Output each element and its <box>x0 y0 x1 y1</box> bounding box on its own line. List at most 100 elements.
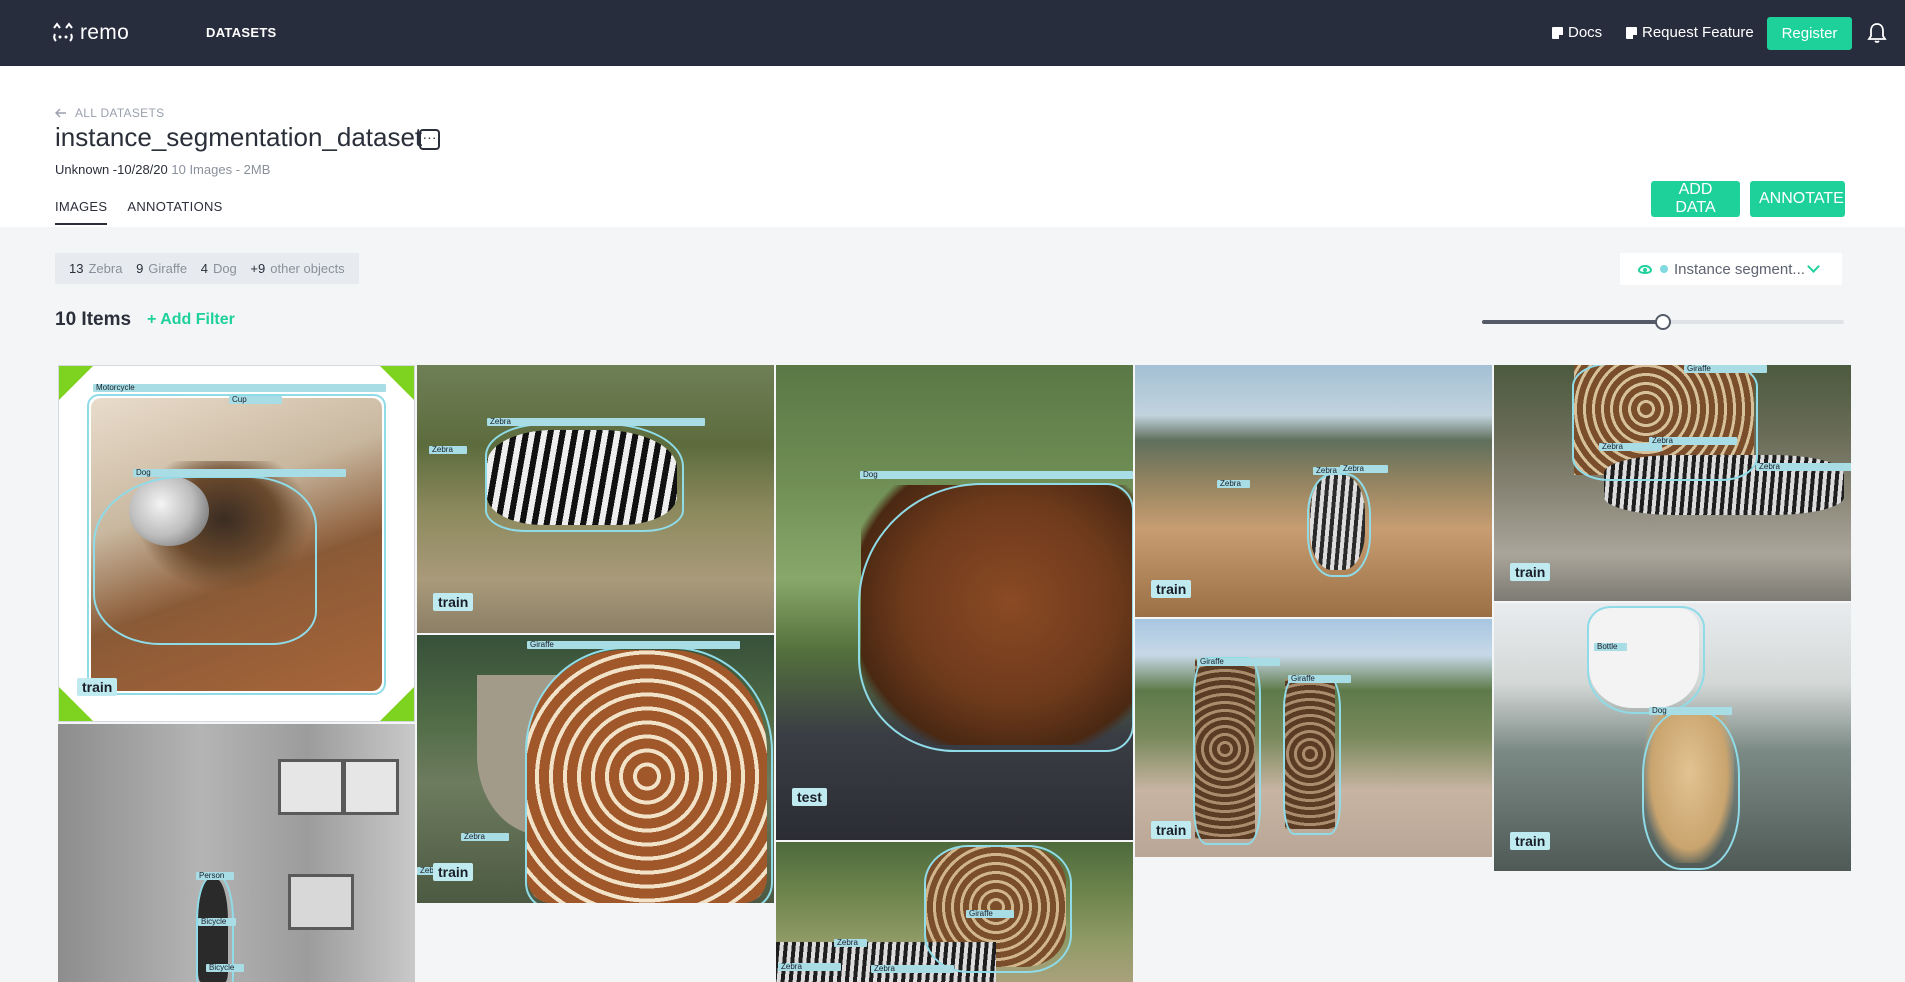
request-feature-link[interactable]: Request Feature <box>1626 24 1754 41</box>
zoom-slider-fill <box>1482 320 1663 324</box>
window-shape <box>343 759 399 815</box>
window-shape <box>288 874 354 930</box>
zoom-slider-handle[interactable] <box>1655 314 1671 330</box>
dataset-size-info: 10 Images - 2MB <box>171 162 271 177</box>
logo-text: remo <box>80 21 130 44</box>
image-card[interactable]: Motorcycle Cup Dog train <box>58 365 415 722</box>
page-title: instance_segmentation_dataset <box>55 122 423 152</box>
annotation-label: Zebra <box>1340 465 1388 473</box>
stat-name: Dog <box>212 261 237 276</box>
image-card[interactable]: Giraffe Giraffe train <box>1135 619 1492 857</box>
giraffe-outline <box>924 845 1072 973</box>
annotation-label: Giraffe <box>527 641 740 649</box>
split-badge: train <box>1151 580 1192 598</box>
split-badge: test <box>792 788 827 806</box>
split-badge: train <box>433 593 474 611</box>
annotation-label: Zebra <box>778 963 841 971</box>
docs-label: Docs <box>1568 24 1603 41</box>
stat-count: 13 <box>69 261 84 276</box>
annotation-label: Zebra <box>871 965 954 973</box>
image-card[interactable]: Giraffe Zebra Zebra train <box>417 635 774 903</box>
window-shape <box>278 759 344 815</box>
annotation-label: Zebra <box>1649 437 1737 445</box>
nav-datasets-link[interactable]: DATASETS <box>206 25 277 40</box>
annotation-label: Bottle <box>1594 643 1627 651</box>
split-badge: train <box>1510 832 1551 850</box>
request-feature-label: Request Feature <box>1642 24 1754 41</box>
annotation-label: Dog <box>133 469 346 477</box>
image-card[interactable]: Giraffe Zebra Zebra Zebra train <box>1494 365 1851 601</box>
eye-icon[interactable] <box>1638 264 1652 274</box>
annotation-label: Person <box>196 872 234 880</box>
back-to-datasets-link[interactable]: ALL DATASETS <box>55 106 164 120</box>
stat-name: Zebra <box>88 261 123 276</box>
remo-logo-icon <box>53 22 73 42</box>
stat-count: 4 <box>200 261 208 276</box>
image-card[interactable]: Zebra Zebra Zebra train <box>1135 365 1492 617</box>
annotation-label: Giraffe <box>1684 365 1767 373</box>
split-badge: train <box>433 863 474 881</box>
more-options-button[interactable]: ··· <box>419 129 440 150</box>
annotation-label: Zebra <box>1217 480 1250 488</box>
dataset-meta: Unknown -10/28/20 10 Images - 2MB <box>55 162 270 177</box>
tab-images[interactable]: IMAGES <box>55 199 108 225</box>
split-badge: train <box>1151 821 1192 839</box>
annotation-label: Zebra <box>1313 467 1341 475</box>
annotate-button[interactable]: ANNOTATE <box>1750 181 1845 217</box>
doc-icon <box>1626 26 1637 39</box>
image-card[interactable]: Person Bicycle Bicycle <box>58 724 415 982</box>
annotation-label: Bicycle <box>206 964 244 972</box>
stat-name: other objects <box>270 261 345 276</box>
dog-outline <box>858 483 1133 752</box>
back-label: ALL DATASETS <box>75 106 165 120</box>
dog-outline <box>1642 711 1740 870</box>
stat-count: 9 <box>136 261 144 276</box>
arrow-left-icon <box>55 108 66 118</box>
toilet-outline <box>1587 606 1705 714</box>
annotation-label: Dog <box>860 471 1133 479</box>
split-badge: train <box>1510 563 1551 581</box>
color-dot <box>1660 265 1668 273</box>
annotation-label: Zebra <box>834 939 867 947</box>
chevron-down-icon <box>1807 260 1820 273</box>
annotation-label: Zebra <box>487 418 705 426</box>
annotation-view-select[interactable]: Instance segment... <box>1620 253 1842 285</box>
image-card[interactable]: Giraffe Zebra Zebra Zebra <box>776 842 1133 982</box>
logo[interactable]: remo <box>50 18 140 48</box>
annotation-label: Bicycle <box>198 918 236 926</box>
image-card[interactable]: Bottle Dog train <box>1494 603 1851 871</box>
giraffe-outline <box>525 647 773 903</box>
dataset-header: ALL DATASETS instance_segmentation_datas… <box>0 66 1905 227</box>
add-filter-button[interactable]: + Add Filter <box>147 311 235 329</box>
annotation-label: Zebra <box>1756 463 1851 471</box>
items-count: 10 Items <box>55 309 132 330</box>
annotation-label: Giraffe <box>1288 675 1351 683</box>
dataset-owner-date: Unknown -10/28/20 <box>55 162 168 177</box>
top-nav: remo DATASETS Docs Request Feature Regis… <box>0 0 1905 66</box>
giraffe-outline <box>1283 677 1341 835</box>
annotation-label: Cup <box>229 396 282 404</box>
docs-link[interactable]: Docs <box>1552 24 1602 41</box>
selection-corner <box>59 366 93 400</box>
image-card[interactable]: Zebra Zebra train <box>417 365 774 633</box>
selection-corner <box>380 366 414 400</box>
annotation-label: Zebra <box>461 833 509 841</box>
split-badge: train <box>77 678 118 696</box>
annotation-label: Giraffe <box>966 910 1014 918</box>
image-card[interactable]: Dog test <box>776 365 1133 840</box>
zoom-slider[interactable] <box>1482 314 1844 330</box>
giraffe-outline <box>1193 657 1261 845</box>
annotation-label: Motorcycle <box>93 384 386 392</box>
stat-name: Giraffe <box>148 261 188 276</box>
selection-corner <box>380 687 414 721</box>
class-stats-bar: 13 Zebra 9 Giraffe 4 Dog +9 other object… <box>55 253 359 284</box>
stat-count: +9 <box>250 261 266 276</box>
add-data-button[interactable]: ADD DATA <box>1651 181 1740 217</box>
zebra-outline <box>485 423 684 532</box>
tab-annotations[interactable]: ANNOTATIONS <box>127 199 222 225</box>
register-button[interactable]: Register <box>1767 17 1852 50</box>
annotation-label: Dog <box>1649 707 1732 715</box>
tab-bar: IMAGES ANNOTATIONS <box>55 199 223 225</box>
annotation-label: Zebra <box>429 446 467 454</box>
bell-icon[interactable] <box>1867 22 1887 44</box>
